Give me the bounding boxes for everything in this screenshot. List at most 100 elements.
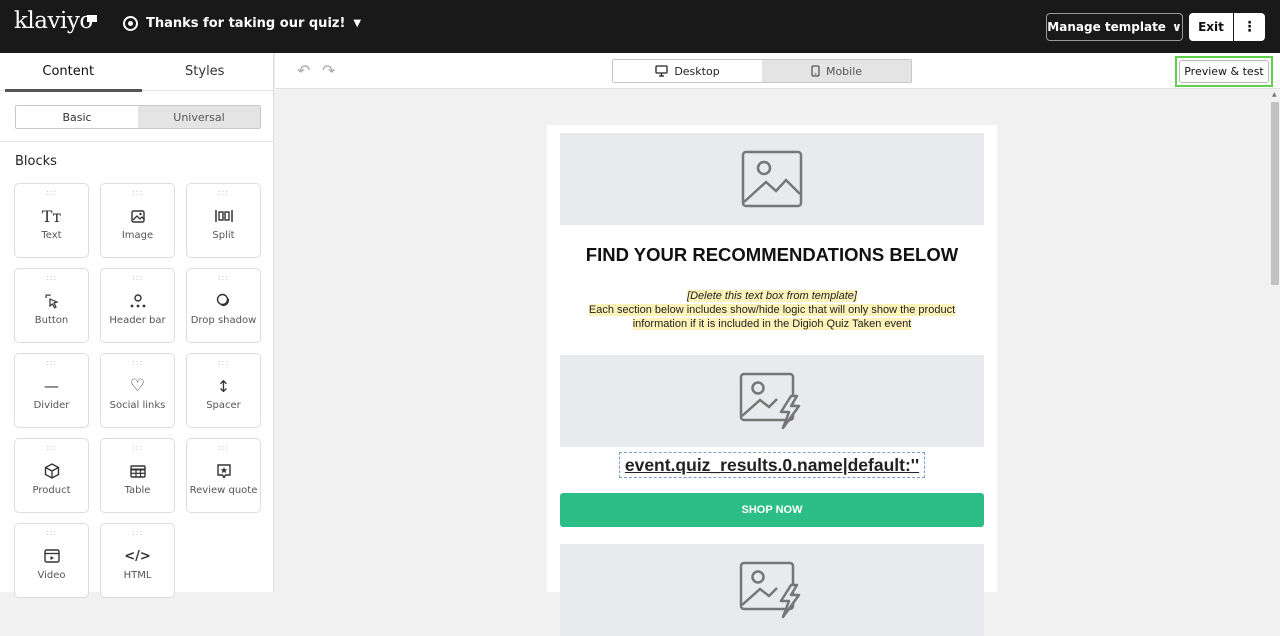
sidebar: Content Styles Basic Universal Blocks ::… [0, 53, 274, 598]
campaign-status-icon [123, 16, 138, 31]
scroll-up-arrow-icon[interactable]: ▲ [1272, 91, 1277, 98]
block-label: Divider [33, 400, 70, 411]
blocks-heading: Blocks [15, 154, 57, 169]
review-quote-icon [216, 461, 232, 481]
desktop-icon [655, 65, 668, 77]
block-label: Review quote [189, 485, 258, 496]
block-button[interactable]: ::: Button [14, 268, 89, 343]
product-image-placeholder[interactable] [560, 355, 984, 447]
email-canvas: FIND YOUR RECOMMENDATIONS BELOW [Delete … [547, 125, 997, 636]
note-line: [Delete this text box from template] [687, 290, 857, 302]
drag-handle-icon: ::: [45, 443, 58, 452]
product-name-text[interactable]: event.quiz_results.0.name|default:'' [619, 452, 925, 478]
block-label: Header bar [109, 315, 166, 326]
block-divider[interactable]: ::: — Divider [14, 353, 89, 428]
block-header-bar[interactable]: ::: Header bar [100, 268, 175, 343]
tab-content[interactable]: Content [0, 53, 137, 90]
block-text[interactable]: ::: Tт Text [14, 183, 89, 258]
preview-test-button[interactable]: Preview & test [1179, 60, 1269, 83]
active-tab-indicator [5, 89, 142, 92]
block-drop-shadow[interactable]: ::: Drop shadow [186, 268, 261, 343]
desktop-view-button[interactable]: Desktop [613, 60, 762, 82]
caret-down-icon: ▼ [353, 18, 362, 29]
block-social-links[interactable]: ::: ♡ Social links [100, 353, 175, 428]
block-table[interactable]: ::: Table [100, 438, 175, 513]
block-type-toggle: Basic Universal [15, 105, 261, 129]
tab-styles[interactable]: Styles [137, 53, 274, 90]
block-label: Video [37, 570, 66, 581]
block-label: Split [212, 230, 235, 241]
dynamic-image-icon [739, 561, 801, 619]
divider [0, 141, 274, 142]
more-options-icon[interactable]: ⋮ [1234, 13, 1265, 41]
redo-icon[interactable]: ↷ [322, 61, 335, 80]
preview-highlight: Preview & test [1175, 56, 1273, 87]
block-label: Product [32, 485, 71, 496]
spacer-icon: ↕ [216, 376, 231, 396]
drag-handle-icon: ::: [45, 188, 58, 197]
manage-template-label: Manage template [1047, 20, 1166, 34]
mobile-icon [811, 65, 820, 77]
block-spacer[interactable]: ::: ↕ Spacer [186, 353, 261, 428]
exit-button[interactable]: Exit [1189, 13, 1233, 41]
drag-handle-icon: ::: [131, 188, 144, 197]
block-label: HTML [123, 570, 152, 581]
drag-handle-icon: ::: [45, 528, 58, 537]
image-placeholder[interactable] [560, 133, 984, 225]
segment-universal[interactable]: Universal [138, 106, 260, 128]
drag-handle-icon: ::: [131, 358, 144, 367]
note-line: Each section below includes show/hide lo… [588, 304, 956, 316]
drag-handle-icon: ::: [217, 443, 230, 452]
block-label: Social links [109, 400, 166, 411]
mobile-view-button[interactable]: Mobile [762, 60, 911, 82]
table-icon [129, 461, 146, 481]
drag-handle-icon: ::: [131, 273, 144, 282]
block-label: Table [124, 485, 151, 496]
mobile-label: Mobile [825, 64, 863, 78]
divider-icon: — [44, 377, 59, 395]
product-box-icon [44, 461, 60, 481]
drag-handle-icon: ::: [45, 273, 58, 282]
campaign-title-dropdown[interactable]: Thanks for taking our quiz! ▼ [123, 16, 361, 31]
drag-handle-icon: ::: [131, 528, 144, 537]
klaviyo-flag-icon [87, 15, 97, 22]
drag-handle-icon: ::: [217, 358, 230, 367]
segment-basic[interactable]: Basic [16, 106, 138, 128]
block-video[interactable]: ::: Video [14, 523, 89, 598]
dynamic-image-icon [739, 372, 801, 430]
html-code-icon: </> [124, 548, 151, 564]
block-image[interactable]: ::: Image [100, 183, 175, 258]
shop-now-button[interactable]: SHOP NOW [560, 493, 984, 527]
video-icon [43, 546, 60, 566]
block-label: Image [121, 230, 154, 241]
scrollbar-thumb[interactable] [1271, 102, 1279, 285]
chevron-down-icon: ∨ [1171, 20, 1182, 34]
split-icon [214, 206, 233, 226]
klaviyo-logo[interactable]: klaviyo [14, 8, 93, 34]
image-placeholder-icon [741, 150, 803, 208]
block-review-quote[interactable]: ::: Review quote [186, 438, 261, 513]
manage-template-button[interactable]: Manage template ∨ [1046, 13, 1183, 41]
drag-handle-icon: ::: [217, 188, 230, 197]
drag-handle-icon: ::: [131, 443, 144, 452]
drop-shadow-icon [216, 291, 232, 311]
instruction-text-block[interactable]: [Delete this text box from template] Eac… [547, 289, 997, 331]
email-heading[interactable]: FIND YOUR RECOMMENDATIONS BELOW [547, 244, 997, 266]
block-label: Spacer [206, 400, 241, 411]
block-label: Button [34, 315, 69, 326]
text-icon: Tт [41, 206, 62, 226]
block-html[interactable]: ::: </> HTML [100, 523, 175, 598]
undo-icon[interactable]: ↶ [297, 61, 310, 80]
block-split[interactable]: ::: Split [186, 183, 261, 258]
campaign-title: Thanks for taking our quiz! [146, 16, 346, 31]
cursor-click-icon [44, 291, 60, 311]
drag-handle-icon: ::: [45, 358, 58, 367]
block-product[interactable]: ::: Product [14, 438, 89, 513]
drag-handle-icon: ::: [217, 273, 230, 282]
canvas-toolbar: ↶ ↷ Desktop Mobile Preview & test [275, 53, 1280, 89]
device-toggle: Desktop Mobile [612, 59, 912, 83]
header-bar-icon [130, 291, 146, 311]
product-image-placeholder[interactable] [560, 544, 984, 636]
block-label: Text [41, 230, 62, 241]
image-icon [130, 206, 145, 226]
